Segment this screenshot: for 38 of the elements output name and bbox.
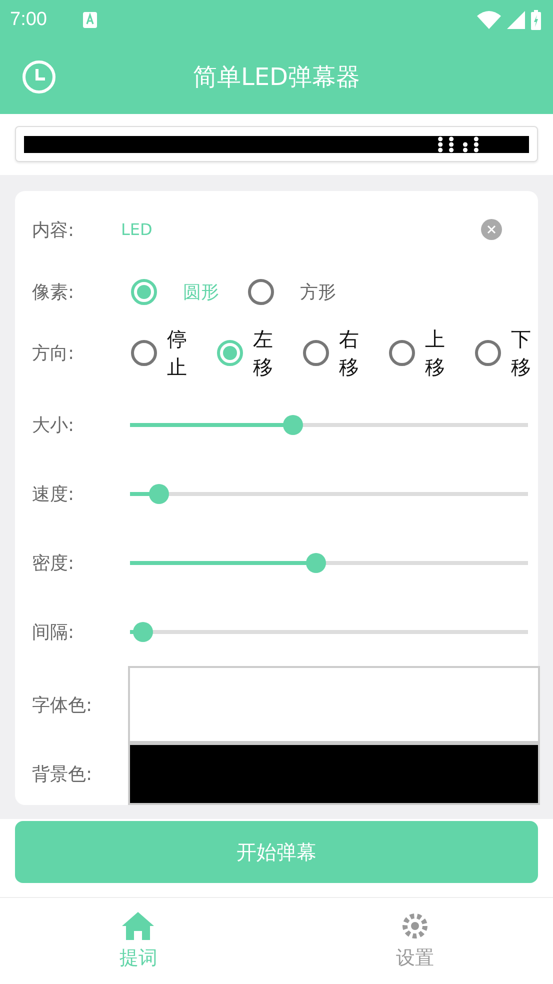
field-label: 间隔: — [32, 620, 76, 644]
radio-button[interactable] — [131, 340, 157, 366]
battery-icon — [531, 10, 541, 30]
clock-icon[interactable] — [22, 60, 56, 94]
slider-thumb[interactable] — [132, 622, 153, 642]
status-time: 7:00 — [10, 8, 47, 31]
radio-button[interactable] — [475, 340, 501, 366]
signal-icon — [507, 10, 525, 29]
radio-button[interactable] — [131, 279, 157, 306]
slider-thumb[interactable] — [283, 414, 304, 435]
radio-button[interactable] — [389, 340, 415, 366]
radio-label[interactable]: 左移 — [253, 325, 273, 382]
radio-label[interactable]: 方形 — [300, 280, 336, 304]
radio-label[interactable]: 右移 — [339, 325, 359, 382]
radio-label[interactable]: 上移 — [425, 325, 445, 382]
radio-button[interactable] — [303, 340, 329, 366]
field-label: 密度: — [32, 552, 76, 575]
keyboard-icon — [82, 12, 97, 28]
field-label: 大小: — [32, 414, 76, 437]
radio-label[interactable]: 停止 — [167, 325, 187, 382]
wifi-icon — [477, 10, 501, 29]
field-label: 字体色: — [32, 694, 94, 717]
radio-button[interactable] — [248, 279, 274, 306]
clear-icon[interactable] — [481, 219, 502, 240]
settings-icon — [400, 911, 430, 942]
field-label: 内容: — [32, 218, 76, 242]
color-swatch[interactable] — [128, 666, 540, 744]
slider-thumb[interactable] — [149, 484, 170, 504]
home-icon — [121, 911, 156, 942]
field-label: 背景色: — [32, 763, 94, 786]
app-title: 简单LED弹幕器 — [192, 62, 361, 93]
radio-label[interactable]: 下移 — [511, 325, 531, 382]
field-label: 像素: — [32, 281, 76, 304]
slider-thumb[interactable] — [306, 552, 326, 573]
field-label: 方向: — [32, 342, 76, 366]
field-label: 速度: — [32, 482, 76, 506]
color-swatch[interactable] — [128, 743, 540, 806]
radio-button[interactable] — [217, 340, 243, 366]
